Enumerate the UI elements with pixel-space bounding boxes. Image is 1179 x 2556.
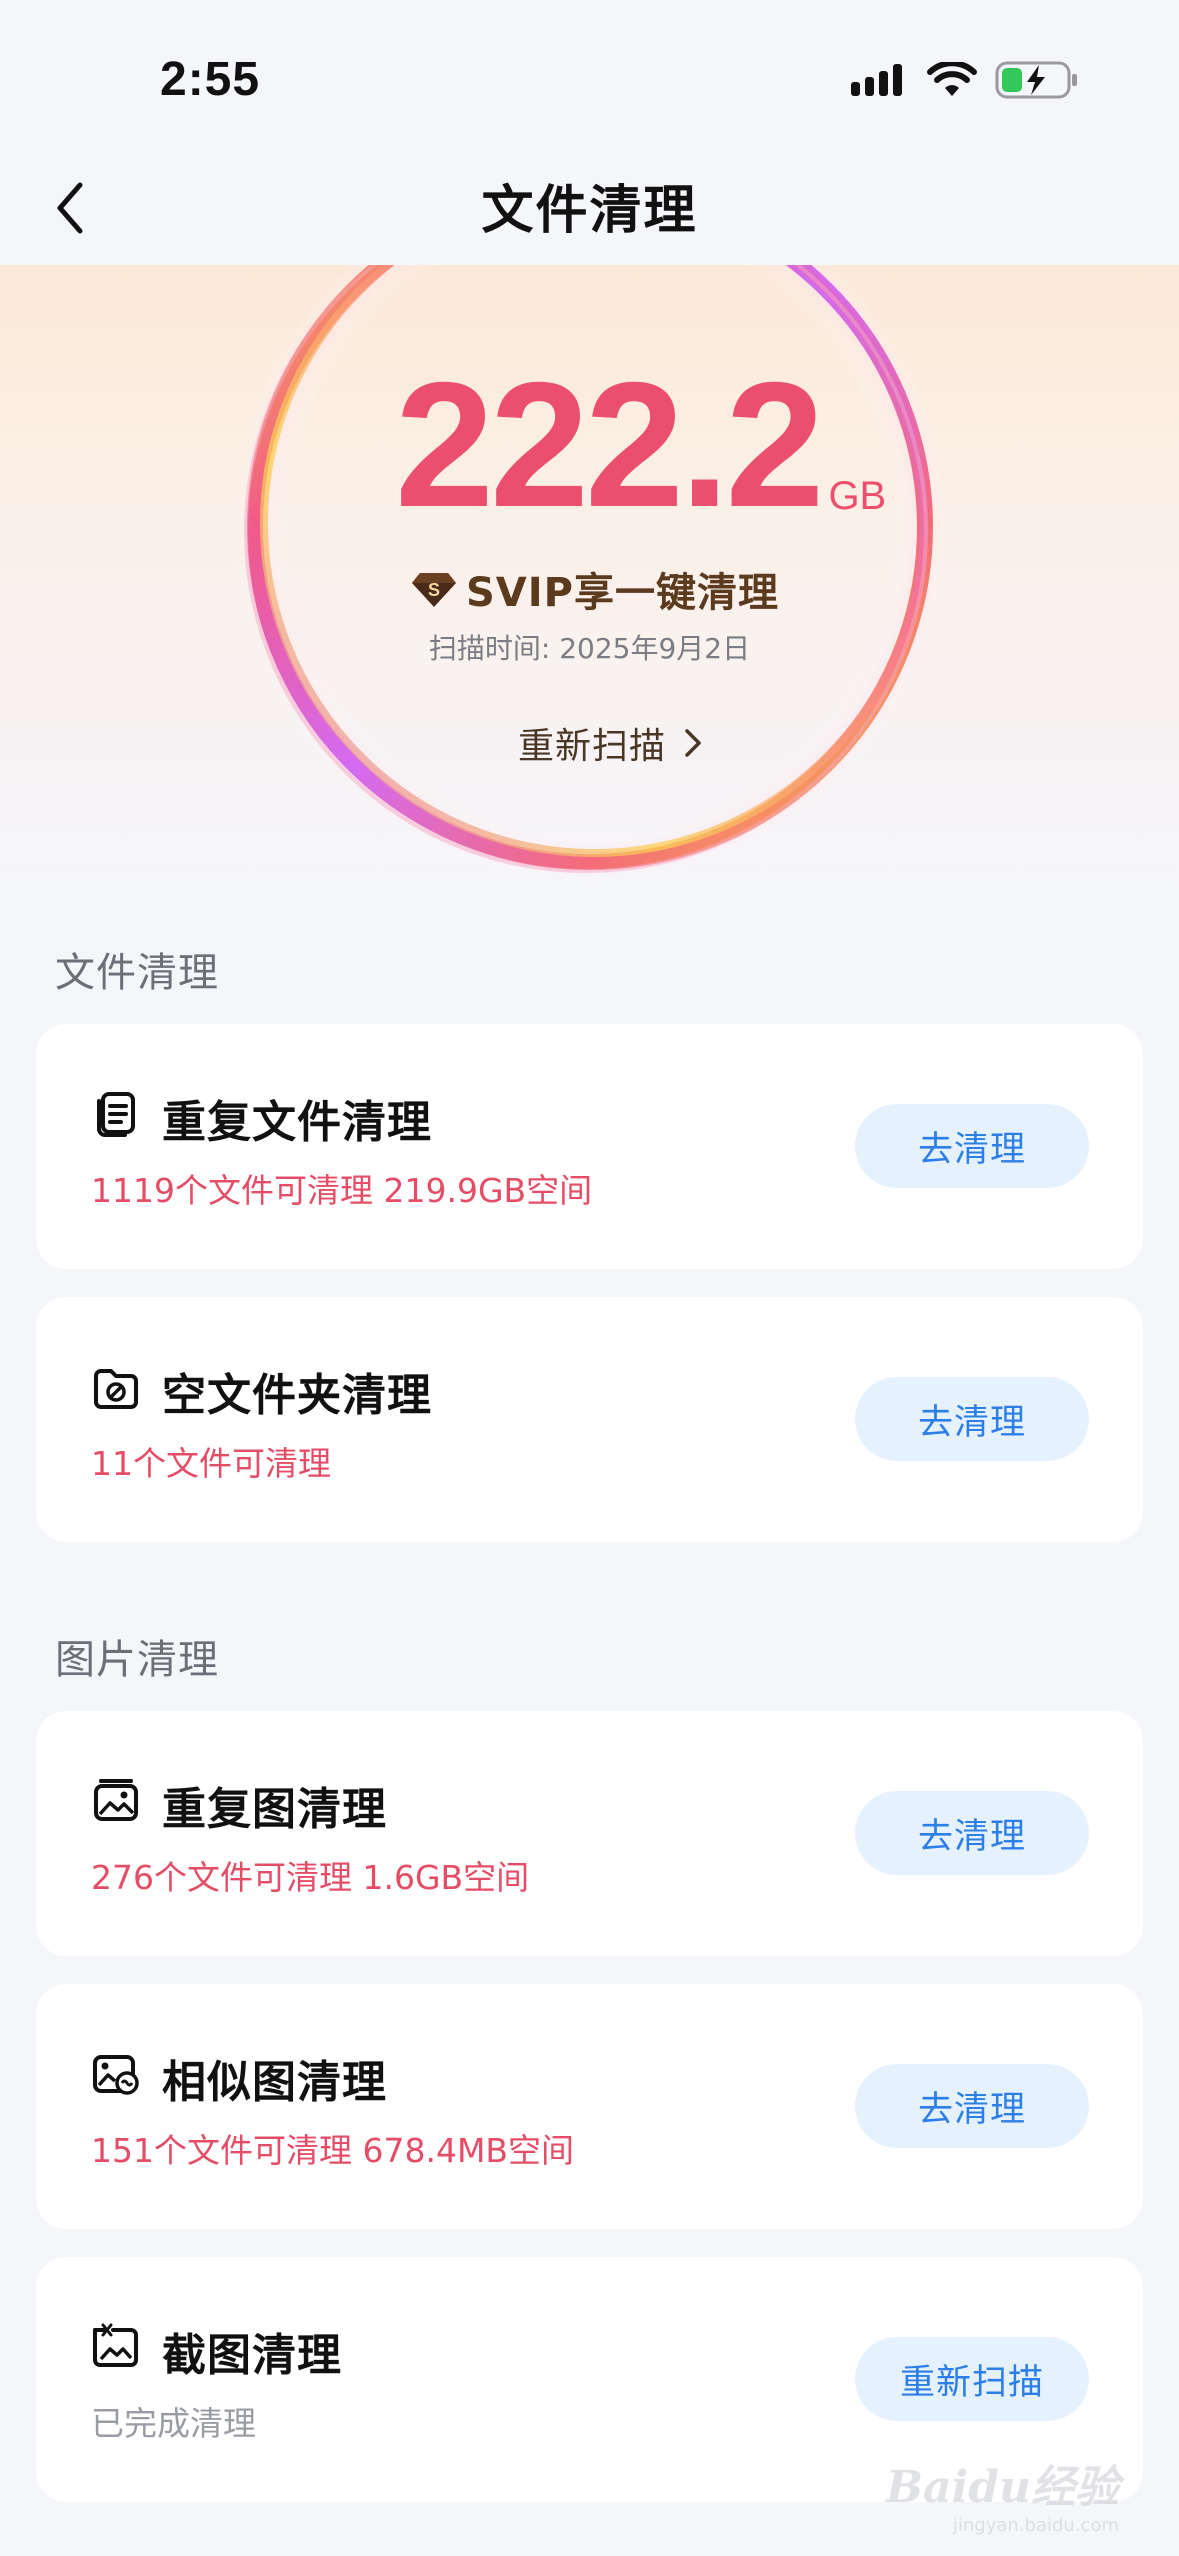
card-subtitle: 1119个文件可清理 219.9GB空间 — [91, 1171, 593, 1210]
status-time: 2:55 — [160, 53, 261, 106]
watermark-text: Baidu经验 — [885, 2462, 1119, 2513]
svip-text: SVIP享一键清理 — [466, 570, 779, 616]
card-subtitle: 已完成清理 — [91, 2404, 256, 2443]
empty-folder-icon — [94, 1369, 138, 1409]
cleanable-amount: 222.2 GB — [395, 345, 887, 544]
empty-folder-card: 空文件夹清理 11个文件可清理 去清理 — [36, 1297, 1143, 1542]
nav-bar: 文件清理 — [0, 150, 1179, 265]
similar-image-icon — [93, 2055, 139, 2095]
svip-diamond-icon: S — [412, 573, 456, 607]
battery-charging-icon — [995, 61, 1077, 99]
wifi-icon — [927, 62, 977, 96]
card-title: 相似图清理 — [162, 2057, 387, 2108]
baidu-watermark: Baidu经验 jingyan.baidu.com — [886, 2451, 1119, 2536]
duplicate-file-icon — [97, 1092, 135, 1137]
clean-empty-folders-button[interactable]: 去清理 — [855, 1377, 1089, 1461]
page-title: 文件清理 — [481, 181, 698, 241]
clean-duplicate-files-button[interactable]: 去清理 — [855, 1104, 1089, 1188]
scan-time: 扫描时间: 2025年9月2日 — [428, 632, 751, 665]
status-icons — [849, 60, 1079, 100]
watermark-url: jingyan.baidu.com — [952, 2515, 1119, 2536]
status-bar: 2:55 — [0, 0, 1179, 170]
rescan-label: 重新扫描 — [518, 726, 667, 767]
cleanable-amount-value: 222.2 — [395, 345, 824, 544]
card-title: 重复图清理 — [162, 1784, 387, 1835]
duplicate-file-card: 重复文件清理 1119个文件可清理 219.9GB空间 去清理 — [36, 1024, 1143, 1269]
svip-one-click-clean[interactable]: S SVIP享一键清理 — [410, 560, 779, 618]
cleanable-amount-unit: GB — [828, 474, 887, 518]
rescan-screenshots-button[interactable]: 重新扫描 — [855, 2337, 1089, 2421]
signal-icon — [851, 64, 902, 96]
section-title-file-clean: 文件清理 — [55, 950, 219, 996]
chevron-right-icon — [685, 729, 701, 757]
clean-duplicate-images-button[interactable]: 去清理 — [855, 1791, 1089, 1875]
scan-summary-hero: 222.2 GB S SVIP享一键清理 扫描时间: 2025年9月2日 重新扫… — [0, 265, 1179, 905]
card-title: 空文件夹清理 — [162, 1370, 432, 1421]
card-subtitle: 11个文件可清理 — [91, 1444, 331, 1483]
section-title-image-clean: 图片清理 — [55, 1637, 219, 1683]
clean-similar-images-button[interactable]: 去清理 — [855, 2064, 1089, 2148]
card-subtitle: 276个文件可清理 1.6GB空间 — [91, 1858, 530, 1897]
duplicate-image-icon — [94, 1779, 138, 1821]
similar-image-card: 相似图清理 151个文件可清理 678.4MB空间 去清理 — [36, 1984, 1143, 2229]
svg-text:S: S — [428, 580, 440, 600]
card-title: 截图清理 — [162, 2330, 342, 2381]
duplicate-image-card: 重复图清理 276个文件可清理 1.6GB空间 去清理 — [36, 1711, 1143, 1956]
rescan-link[interactable]: 重新扫描 — [518, 717, 702, 769]
card-subtitle: 151个文件可清理 678.4MB空间 — [91, 2131, 575, 2170]
screenshot-icon — [93, 2323, 138, 2367]
card-title: 重复文件清理 — [162, 1097, 432, 1148]
